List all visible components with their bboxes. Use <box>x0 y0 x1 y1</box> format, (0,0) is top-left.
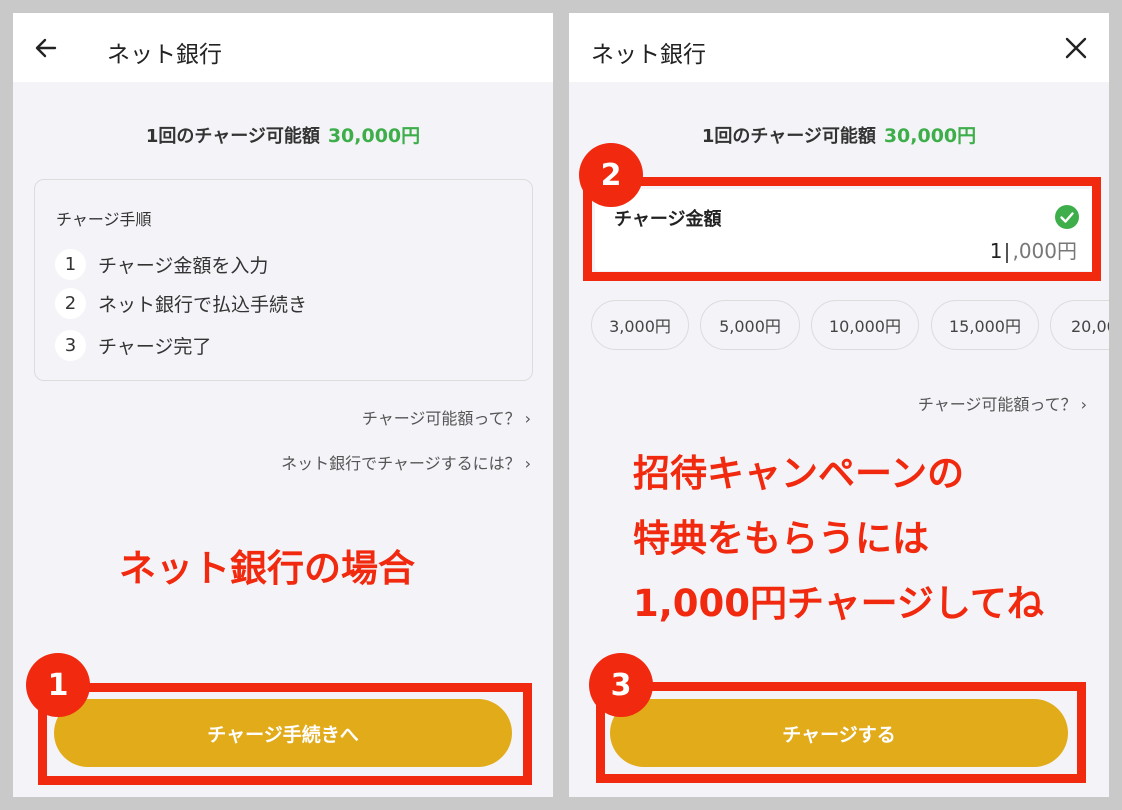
annotation-campaign-line1: 招待キャンペーンの <box>633 452 965 495</box>
close-icon[interactable] <box>1063 35 1089 61</box>
charge-limit-link[interactable]: チャージ可能額って？ › <box>362 405 531 429</box>
annotation-campaign-line3: 1,000円チャージしてね <box>633 582 1044 625</box>
charge-steps-box: チャージ手順 1 チャージ金額を入力 2 ネット銀行で払込手続き 3 チャージ完… <box>34 179 533 381</box>
charge-limit-link-label: チャージ可能額って？ <box>361 409 521 428</box>
chevron-right-icon: › <box>1080 395 1087 414</box>
highlight-box-button <box>38 683 532 785</box>
step-item: 1 チャージ金額を入力 <box>55 248 268 280</box>
charge-limit-row: 1回のチャージ可能額 30,000円 <box>569 121 1109 148</box>
back-arrow-icon[interactable] <box>33 35 59 61</box>
how-to-charge-link-label: ネット銀行でチャージするには？ <box>281 454 521 473</box>
charge-limit-label: 1回のチャージ可能額 <box>701 126 876 147</box>
charge-limit-amount: 30,000円 <box>327 125 421 147</box>
how-to-charge-link[interactable]: ネット銀行でチャージするには？ › <box>281 450 531 474</box>
amount-chip-5000[interactable]: 5,000円 <box>700 300 800 350</box>
header-bar: ネット銀行 <box>13 13 553 82</box>
right-screen: ネット銀行 1回のチャージ可能額 30,000円 チャージ金額 1,000円 2 … <box>569 13 1109 797</box>
amount-chip-15000[interactable]: 15,000円 <box>931 300 1039 350</box>
highlight-box-button <box>596 682 1086 783</box>
step-badge-3: 3 <box>589 653 653 717</box>
steps-title: チャージ手順 <box>56 210 152 229</box>
charge-limit-amount: 30,000円 <box>883 125 977 147</box>
charge-limit-label: 1回のチャージ可能額 <box>145 126 320 147</box>
charge-limit-link-label: チャージ可能額って？ <box>917 395 1077 414</box>
step-number: 2 <box>55 287 86 319</box>
chevron-right-icon: › <box>524 409 531 428</box>
amount-chip-10000[interactable]: 10,000円 <box>811 300 919 350</box>
chevron-right-icon: › <box>524 454 531 473</box>
charge-limit-link[interactable]: チャージ可能額って？ › <box>918 391 1087 415</box>
annotation-campaign-line2: 特典をもらうには <box>633 517 929 560</box>
step-item: 3 チャージ完了 <box>55 329 211 361</box>
step-label: チャージ完了 <box>98 335 212 358</box>
amount-chip-3000[interactable]: 3,000円 <box>591 300 689 350</box>
left-screen: ネット銀行 1回のチャージ可能額 30,000円 チャージ手順 1 チャージ金額を… <box>13 13 553 797</box>
amount-chip-20000[interactable]: 20,000円 <box>1050 300 1109 350</box>
page-title: ネット銀行 <box>107 42 222 68</box>
annotation-net-bank: ネット銀行の場合 <box>119 547 415 590</box>
step-badge-2: 2 <box>579 143 643 207</box>
step-number: 1 <box>55 248 86 280</box>
page-title: ネット銀行 <box>591 42 706 68</box>
header-bar: ネット銀行 <box>569 13 1109 82</box>
highlight-box-amount <box>583 177 1101 281</box>
step-number: 3 <box>55 329 86 361</box>
step-item: 2 ネット銀行で払込手続き <box>55 287 307 319</box>
step-label: チャージ金額を入力 <box>98 254 269 277</box>
charge-limit-row: 1回のチャージ可能額 30,000円 <box>13 121 553 148</box>
step-label: ネット銀行で払込手続き <box>98 293 308 316</box>
step-badge-1: 1 <box>26 653 90 717</box>
